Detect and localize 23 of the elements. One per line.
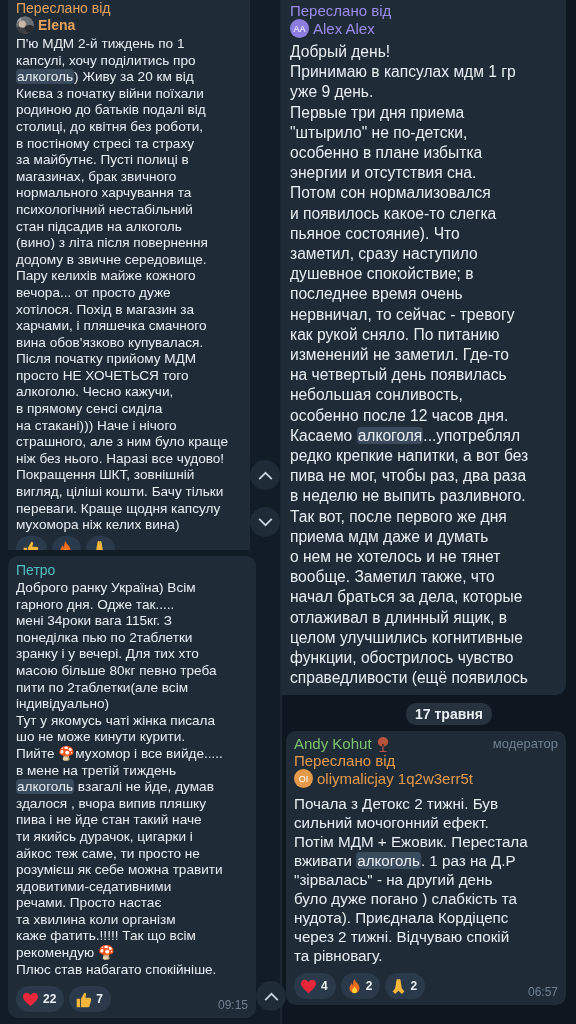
message-time: 09:15 — [217, 998, 248, 1013]
forwarded-label: Переслано від — [294, 752, 397, 769]
reaction-button[interactable]: 2 — [385, 973, 426, 999]
role-label: модератор — [492, 736, 558, 751]
message-text: П'ю МДМ 2-й тиждень по 1 капсулі, хочу поділитись про алкоголь) Живу за 20 км від Києва з початку війни поїхали родиною до батьків подалі від столиці, до квітня без роботи, в постіному стресі та страху за майбутнє. Пусті полиці в магазинах, брак звичного нормального харчування та психологічний нестабільний стан підсадив на алкоголь (вино) з літа після повернення додому в звичне середовище. Пару келихів майже кожного вечора... от просто дуже хотілося. Похід в магазин за харчами, і пляшечка смачного вина обов'язково купувалася. Після початку прийому МДМ просто НЕ ХОЧЕТЬСЯ того алкоголю. Чесно кажучи, в прямому сенсі сиділа на стакані))) Наче і нічого страшного, але з ним було краще ніж без нього. Наразі все чудово! Покращення ШКТ, зовнішній вигляд, ціліші кошти. Бачу тільки переваги. Краще щодня капсулу мухомора ніж келих вина) — [16, 36, 230, 534]
date-label: 17 травня — [406, 703, 492, 725]
sender-name: Alex Alex — [313, 20, 375, 37]
forwarded-label: Переслано від — [290, 2, 393, 19]
reaction-button[interactable]: 22 — [16, 986, 65, 1013]
avatar: OI — [294, 769, 313, 788]
sender-name: oliymalicjay 1q2w3err5t — [317, 770, 473, 787]
avatar: AA — [290, 19, 309, 38]
sender-name: Петро — [16, 562, 56, 578]
reaction-button[interactable]: 2 — [340, 973, 381, 999]
reaction-button[interactable]: 7 — [69, 986, 112, 1013]
message-text: Почала з Детокс 2 тижні. Був сильний мочогонний ефект. Потім МДМ + Ежовик. Перестала вживати алкоголь. 1 раз на Д.Р "зірвалась" - на другий день було дуже погано ) слабкість та нудота). Приєднала Кордіцепс через 2 тижні. Відчуваю спокій та рівновагу. — [294, 794, 529, 965]
reaction-button[interactable]: 4 — [294, 973, 336, 999]
forwarded-label: Переслано від — [16, 0, 112, 16]
message-time: 06:57 — [527, 985, 558, 999]
sender-name: Andy Kohut — [294, 735, 372, 752]
message-text: Добрый день! Принимаю в капсулах мдм 1 гр уже 9 день. Первые три дня приема "штырило" не по-детски, особенно в плане избытка энергии и отсутствия сна. Потом сон нормализовался и появилось какое-то слегка пьяное состояние). Что заметил, сразу наступило душевное спокойствие; в последнее время очень нервничал, то сейчас - тревогу как рукой сняло. По питанию изменений не заметил. Где-то на четвертый день появилась небольшая сонливость, особенно после 12 часов дня. Касаемо алкоголя...употреблял редко крепкие напитки, а вот без пива не мог, чтобы раз, два раза в неделю не выпить разливного. Так вот, после первого же дня приема мдм даже и думать о нем не хотелось и не тянет вообще. Заметил также, что начал браться за дела, которые отлаживал в длинный ящик, в целом улучшились когнитивные функции, обострилось чувство справедливости (ещё появилось — [290, 42, 530, 689]
message-text: Доброго ранку Україна) Всім гарного дня. Одже так..... мені 34роки вага 115кг. З понеділка пью по 2таблетки зранку і у вечері. Для тих хто масою більше 80кг певно треба пити по 2таблетки(але всім індивідуально) Тут у якомусь чаті жінка писала шо не може кинути курити. Пийте 🍄мухомор і все вийде..... в мене на третій тиждень алкоголь взагалі не йде, думав здалося , вчора випив пляшку пива і не йде стан такий наче ти якийсь дурачок, цигарки і айкос теж саме, ти просто не розумієш як себе можна травити ядовитими-седативними речами. Просто настає та хвилина коли організм каже фатить.!!!!! Так що всім рекомендую 🍄 Плюс став набагато спокійніше. — [16, 580, 224, 979]
sender-name: Elena — [38, 17, 76, 33]
